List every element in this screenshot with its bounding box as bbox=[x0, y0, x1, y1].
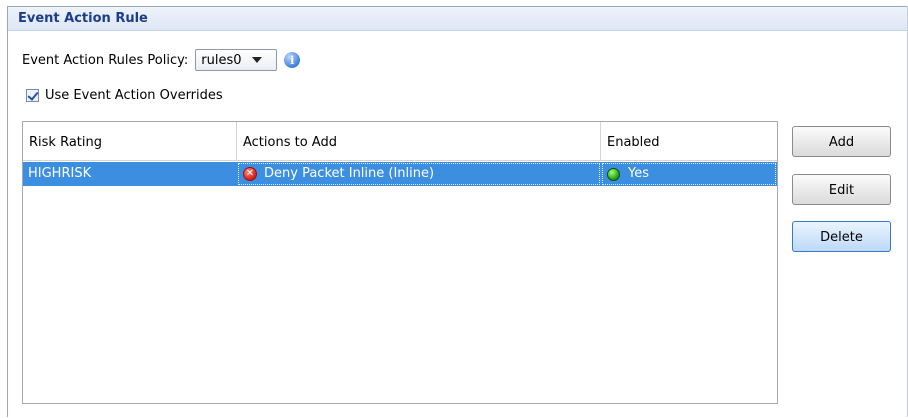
chevron-down-icon bbox=[251, 57, 262, 63]
use-overrides-label[interactable]: Use Event Action Overrides bbox=[45, 88, 223, 103]
column-header-enabled[interactable]: Enabled bbox=[601, 122, 777, 160]
cell-risk-rating[interactable]: HIGHRISK bbox=[23, 162, 237, 186]
policy-label: Event Action Rules Policy: bbox=[22, 52, 189, 68]
enabled-text: Yes bbox=[628, 166, 649, 181]
use-overrides-row: Use Event Action Overrides bbox=[26, 88, 223, 103]
column-header-actions-to-add[interactable]: Actions to Add bbox=[237, 122, 601, 160]
green-status-icon bbox=[607, 167, 620, 181]
deny-icon: ✕ bbox=[243, 167, 257, 181]
edit-button[interactable]: Edit bbox=[792, 174, 891, 205]
checkmark-icon bbox=[27, 89, 39, 101]
table-row[interactable]: HIGHRISK ✕ Deny Packet Inline (Inline) Y… bbox=[23, 162, 777, 186]
risk-rating-text: HIGHRISK bbox=[28, 166, 92, 181]
policy-select-value: rules0 bbox=[201, 52, 242, 68]
use-overrides-checkbox[interactable] bbox=[26, 89, 39, 102]
panel-title: Event Action Rule bbox=[18, 11, 148, 26]
policy-row: Event Action Rules Policy: rules0 i bbox=[22, 48, 301, 72]
policy-select[interactable]: rules0 bbox=[195, 49, 278, 71]
info-icon[interactable]: i bbox=[284, 52, 301, 68]
action-text: Deny Packet Inline (Inline) bbox=[264, 166, 435, 181]
add-button[interactable]: Add bbox=[792, 126, 891, 157]
cell-actions-to-add[interactable]: ✕ Deny Packet Inline (Inline) bbox=[237, 162, 601, 186]
cell-enabled[interactable]: Yes bbox=[601, 162, 777, 186]
event-action-rules-table: Risk Rating Actions to Add Enabled HIGHR… bbox=[22, 121, 778, 404]
delete-button[interactable]: Delete bbox=[792, 221, 891, 252]
column-header-risk-rating[interactable]: Risk Rating bbox=[23, 122, 237, 160]
panel-title-bar: Event Action Rule bbox=[8, 7, 907, 31]
table-header: Risk Rating Actions to Add Enabled bbox=[23, 122, 777, 161]
